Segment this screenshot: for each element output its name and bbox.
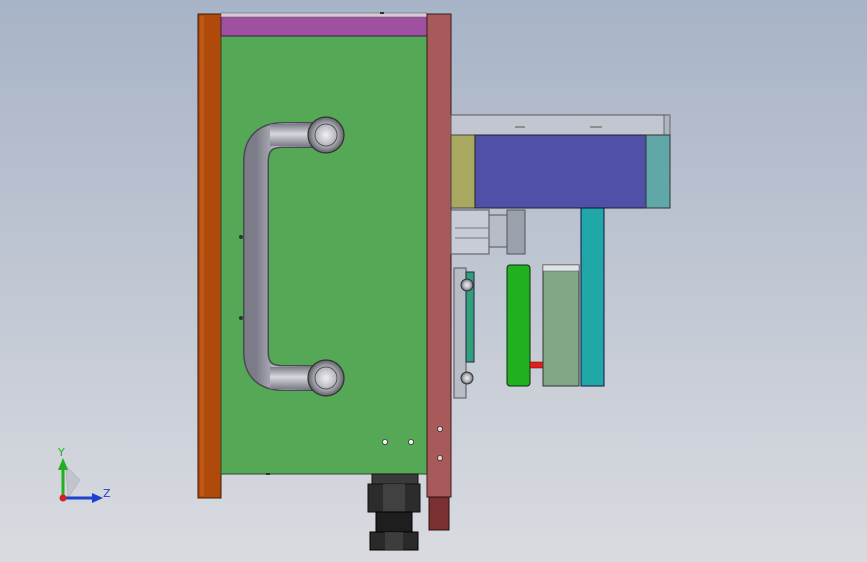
body-hole xyxy=(381,438,388,445)
side-bracket[interactable] xyxy=(453,267,475,399)
bolt-icon xyxy=(307,116,345,154)
body-mark xyxy=(380,12,384,14)
bolt-icon xyxy=(307,359,345,397)
view-triad-icon xyxy=(58,458,103,503)
body-hole xyxy=(407,438,414,445)
gray-green-block[interactable] xyxy=(542,264,580,387)
top-cap xyxy=(220,12,428,18)
body-mark xyxy=(239,316,243,320)
cylinder[interactable] xyxy=(450,209,526,255)
plate-hole xyxy=(436,425,443,432)
blue-block[interactable] xyxy=(474,134,647,209)
top-rail-end xyxy=(663,114,671,136)
teal-post[interactable] xyxy=(580,207,605,387)
nut-icon[interactable] xyxy=(367,473,421,551)
top-strip[interactable] xyxy=(220,15,428,37)
olive-block[interactable] xyxy=(450,134,476,209)
axis-y-label: Y xyxy=(57,446,65,459)
right-plate[interactable] xyxy=(426,13,452,498)
left-plate-highlight xyxy=(200,16,204,496)
teal-end-block[interactable] xyxy=(645,134,671,209)
cad-viewport[interactable]: Y Z xyxy=(0,0,867,562)
top-rail[interactable] xyxy=(450,114,670,136)
green-bar[interactable] xyxy=(506,264,531,387)
plate-hole xyxy=(436,454,443,461)
axis-z-label: Z xyxy=(103,487,111,500)
gray-green-block-top xyxy=(542,264,580,272)
red-pin xyxy=(529,361,545,369)
body-mark xyxy=(266,473,270,475)
body-mark xyxy=(239,235,243,239)
right-plate-lower[interactable] xyxy=(428,496,450,531)
